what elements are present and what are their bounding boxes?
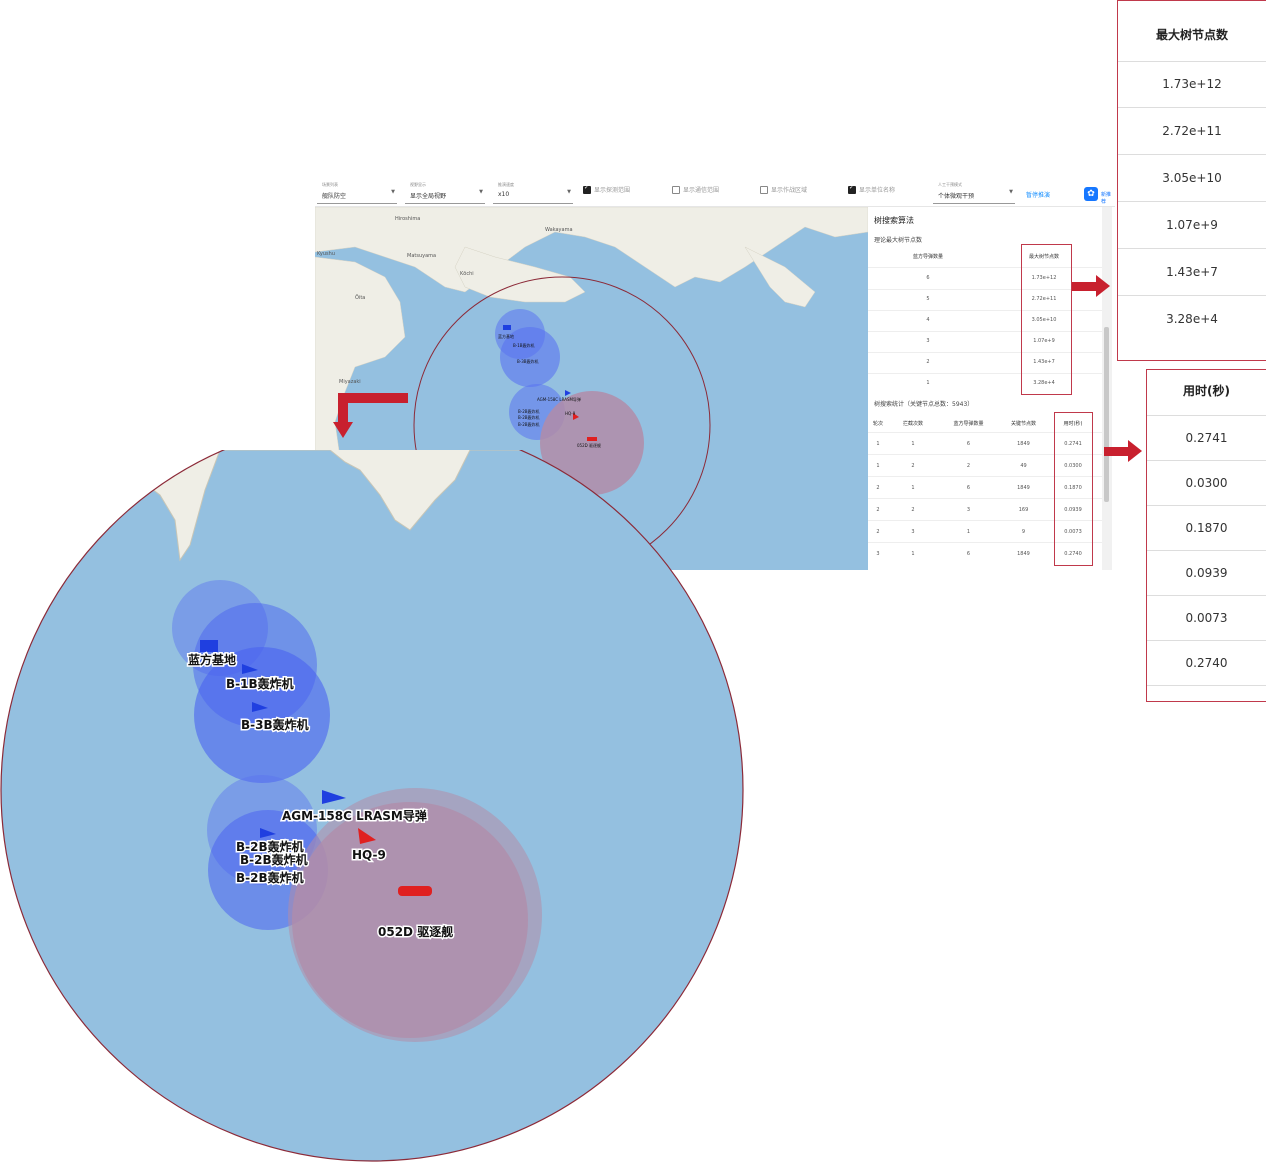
- base-label: 蓝方基地: [188, 652, 236, 667]
- max-nodes-cell: 1.73e+12: [1118, 61, 1266, 108]
- max-nodes-cell: 3.05e+10: [1118, 155, 1266, 202]
- ship-icon[interactable]: [398, 886, 432, 896]
- max-nodes-cell: 1.43e+7: [1118, 249, 1266, 296]
- time-header: 用时(秒): [1147, 370, 1266, 416]
- time-table: 用时(秒) 0.2741 0.0300 0.1870 0.0939 0.0073…: [1146, 369, 1266, 702]
- detect-range: [194, 647, 330, 783]
- max-nodes-cell: 1.07e+9: [1118, 202, 1266, 249]
- time-cell: 0.2741: [1147, 416, 1266, 461]
- b2b-label: B-2B轰炸机: [236, 870, 304, 885]
- b2b-label: B-2B轰炸机: [240, 852, 308, 867]
- b3b-label: B-3B轰炸机: [241, 717, 309, 732]
- hq9-label: HQ-9: [352, 848, 386, 862]
- time-cell: 0.0939: [1147, 551, 1266, 596]
- max-nodes-cell: 2.72e+11: [1118, 108, 1266, 155]
- time-cell: 0.2740: [1147, 641, 1266, 686]
- time-cell: 0.0073: [1147, 596, 1266, 641]
- nodes-arrow-shaft: [1072, 282, 1096, 291]
- time-cell: 0.0300: [1147, 461, 1266, 506]
- b2b-label: B-2B轰炸机: [236, 839, 304, 854]
- zoom-arrow-shaft: [338, 393, 408, 425]
- nodes-arrow-head: [1096, 275, 1110, 297]
- time-arrow-shaft: [1104, 447, 1130, 456]
- agm-label: AGM-158C LRASM导弹: [282, 808, 427, 823]
- b1b-label: B-1B轰炸机: [226, 676, 294, 691]
- time-cell: 0.1870: [1147, 506, 1266, 551]
- ship-label: 052D 驱逐舰: [378, 924, 453, 939]
- max-nodes-header: 最大树节点数: [1118, 27, 1266, 62]
- time-arrow-head: [1128, 440, 1142, 462]
- max-nodes-cell: 3.28e+4: [1166, 312, 1218, 326]
- red-detect-range: [292, 802, 528, 1038]
- zoom-view[interactable]: 蓝方基地 B-1B轰炸机 B-3B轰炸机 B-2B轰炸机 B-2B轰炸机 B-2…: [0, 450, 745, 1164]
- blue-base-icon[interactable]: [200, 640, 218, 652]
- zoom-arrow-head: [333, 422, 353, 438]
- max-nodes-table: 最大树节点数 1.73e+12 2.72e+11 3.05e+10 1.07e+…: [1117, 0, 1266, 361]
